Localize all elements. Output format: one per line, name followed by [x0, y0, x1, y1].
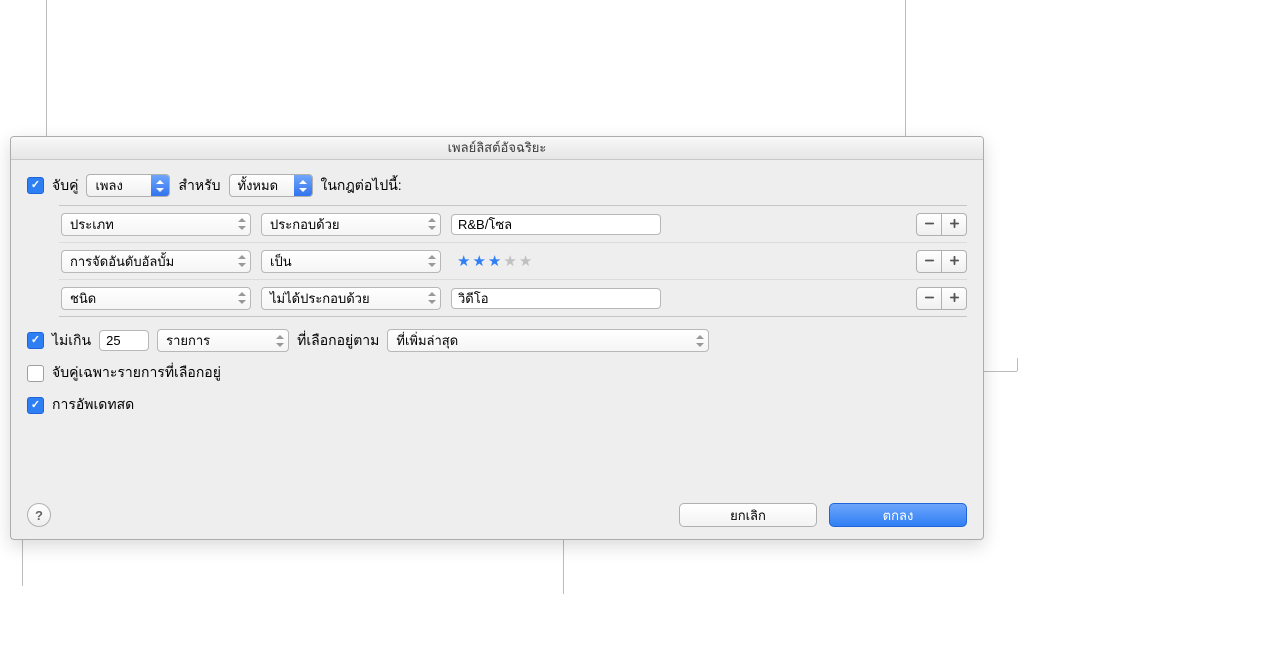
- rule-operator-popup[interactable]: ประกอบด้วย: [261, 213, 441, 236]
- arrows-icon: [424, 292, 440, 304]
- arrows-icon: [272, 335, 288, 347]
- rule-row: ชนิด ไม่ได้ประกอบด้วย: [59, 280, 967, 316]
- help-button[interactable]: ?: [27, 503, 51, 527]
- live-update-row: การอัพเดทสด: [27, 394, 967, 416]
- only-checked-row: จับคู่เฉพาะรายการที่เลือกอยู่: [27, 362, 967, 384]
- arrows-icon: [234, 292, 250, 304]
- arrows-icon: [151, 175, 169, 196]
- arrows-icon: [424, 255, 440, 267]
- rule-row: ประเภท ประกอบด้วย: [59, 206, 967, 243]
- rule-field-label: การจัดอันดับอัลบั้ม: [62, 251, 234, 272]
- limit-checkbox[interactable]: [27, 332, 44, 349]
- arrows-icon: [234, 218, 250, 230]
- star-icon[interactable]: ★: [457, 252, 470, 270]
- for-label: สำหรับ: [178, 175, 220, 197]
- match-row: จับคู่ เพลง สำหรับ ทั้งหมด ในกฎต่อไปนี้:: [27, 174, 967, 197]
- match-scope-popup[interactable]: ทั้งหมด: [229, 174, 313, 197]
- match-checkbox[interactable]: [27, 177, 44, 194]
- minus-icon: [924, 291, 935, 306]
- arrows-icon: [424, 218, 440, 230]
- rule-value-field[interactable]: [451, 214, 661, 235]
- sheet-title: เพลย์ลิสต์อัจฉริยะ: [11, 137, 983, 160]
- plus-icon: [949, 291, 960, 306]
- arrows-icon: [294, 175, 312, 196]
- limit-order-popup[interactable]: ที่เพิ่มล่าสุด: [387, 329, 709, 352]
- add-rule-button[interactable]: [942, 213, 967, 236]
- smart-playlist-sheet: เพลย์ลิสต์อัจฉริยะ จับคู่ เพลง สำหรับ ทั…: [10, 136, 984, 540]
- callout-line: [1017, 358, 1018, 371]
- remove-rule-button[interactable]: [916, 287, 942, 310]
- options: ไม่เกิน รายการ ที่เลือกอยู่ตาม ที่เพิ่มล…: [27, 329, 967, 416]
- cancel-button[interactable]: ยกเลิก: [679, 503, 817, 527]
- minus-icon: [924, 254, 935, 269]
- star-icon[interactable]: ★: [472, 252, 485, 270]
- limit-row: ไม่เกิน รายการ ที่เลือกอยู่ตาม ที่เพิ่มล…: [27, 329, 967, 352]
- rule-operator-label: ประกอบด้วย: [262, 214, 424, 235]
- limit-count-field[interactable]: [99, 330, 149, 351]
- rule-field-label: ชนิด: [62, 288, 234, 309]
- match-label: จับคู่: [52, 175, 78, 197]
- minus-icon: [924, 217, 935, 232]
- arrows-icon: [234, 255, 250, 267]
- rule-pm-group: [916, 250, 967, 273]
- star-icon[interactable]: ★: [488, 252, 501, 270]
- rules-container: ประเภท ประกอบด้วยการจัดอันดับอัลบั้ม เป็น ★…: [59, 205, 967, 317]
- add-rule-button[interactable]: [942, 287, 967, 310]
- suffix-label: ในกฎต่อไปนี้:: [321, 175, 402, 197]
- rule-operator-label: เป็น: [262, 251, 424, 272]
- match-type-popup[interactable]: เพลง: [86, 174, 170, 197]
- limit-unit-popup[interactable]: รายการ: [157, 329, 289, 352]
- rule-operator-label: ไม่ได้ประกอบด้วย: [262, 288, 424, 309]
- live-update-label: การอัพเดทสด: [52, 394, 134, 416]
- add-rule-button[interactable]: [942, 250, 967, 273]
- rule-operator-popup[interactable]: เป็น: [261, 250, 441, 273]
- limit-label: ไม่เกิน: [52, 330, 91, 352]
- only-checked-label: จับคู่เฉพาะรายการที่เลือกอยู่: [52, 362, 221, 384]
- remove-rule-button[interactable]: [916, 213, 942, 236]
- rule-operator-popup[interactable]: ไม่ได้ประกอบด้วย: [261, 287, 441, 310]
- rule-field-popup[interactable]: การจัดอันดับอัลบั้ม: [61, 250, 251, 273]
- live-update-checkbox[interactable]: [27, 397, 44, 414]
- rule-stars[interactable]: ★★★★★: [451, 252, 538, 270]
- rule-field-popup[interactable]: ประเภท: [61, 213, 251, 236]
- rule-pm-group: [916, 287, 967, 310]
- star-icon[interactable]: ★: [519, 252, 532, 270]
- rule-field-label: ประเภท: [62, 214, 234, 235]
- rule-pm-group: [916, 213, 967, 236]
- arrows-icon: [692, 335, 708, 347]
- ok-button[interactable]: ตกลง: [829, 503, 967, 527]
- rule-field-popup[interactable]: ชนิด: [61, 287, 251, 310]
- rule-value-field[interactable]: [451, 288, 661, 309]
- help-icon: ?: [35, 508, 43, 523]
- selected-by-label: ที่เลือกอยู่ตาม: [297, 330, 379, 352]
- footer: ? ยกเลิก ตกลง: [27, 503, 967, 527]
- star-icon[interactable]: ★: [503, 252, 516, 270]
- plus-icon: [949, 254, 960, 269]
- plus-icon: [949, 217, 960, 232]
- remove-rule-button[interactable]: [916, 250, 942, 273]
- rule-row: การจัดอันดับอัลบั้มเป็น★★★★★: [59, 243, 967, 280]
- only-checked-checkbox[interactable]: [27, 365, 44, 382]
